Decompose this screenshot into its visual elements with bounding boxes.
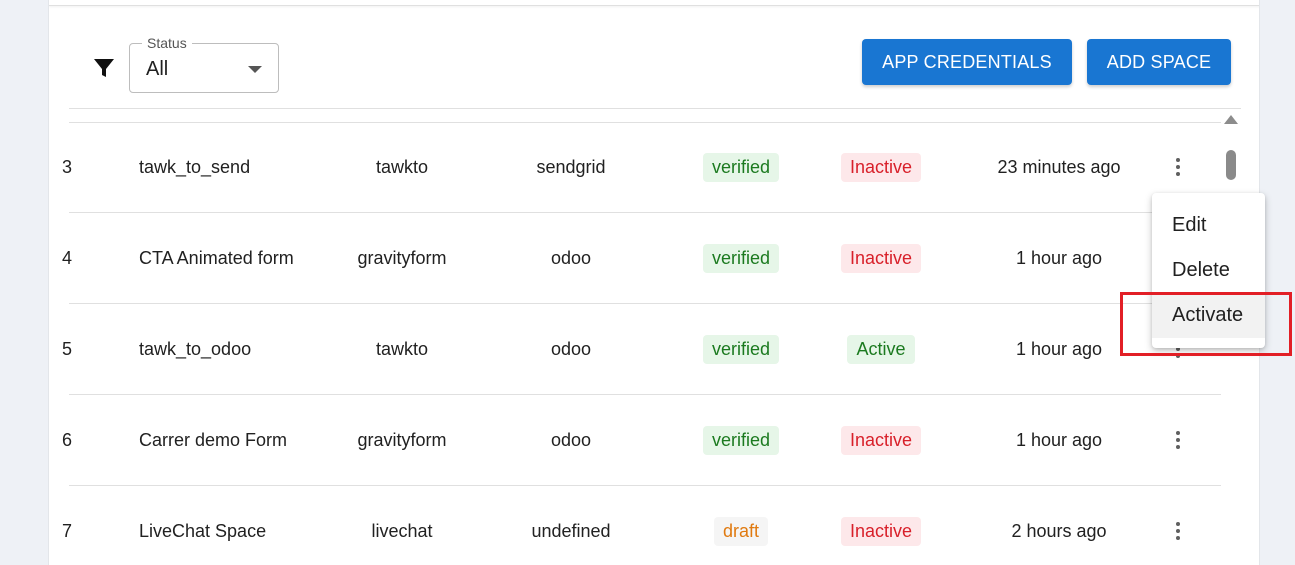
scroll-up-arrow-icon[interactable] [1224,115,1238,124]
space-name: tawk_to_odoo [139,338,252,359]
dot [1176,431,1180,435]
space-name: CTA Animated form [139,247,294,268]
scrollbar-thumb[interactable] [1226,150,1236,180]
destination-app: odoo [550,429,592,450]
verification-badge: verified [702,243,780,273]
status-badge: Inactive [840,152,922,182]
space-name: Carrer demo Form [139,429,288,450]
verification-badge: draft [713,516,769,546]
table-row[interactable]: 6 Carrer demo Form gravityform odoo verified… [62,395,1221,486]
verification-cell: draft [681,486,801,565]
status-cell: Inactive [821,486,941,565]
verification-cell: verified [681,395,801,485]
more-vert-icon[interactable] [1176,431,1180,449]
verification-badge: verified [702,334,780,364]
source-app: livechat [371,520,433,541]
dot [1176,165,1180,169]
status-cell: Active [821,304,941,394]
updated-time: 1 hour ago [1015,247,1103,268]
chevron-down-icon [248,66,262,73]
dot [1176,445,1180,449]
add-space-button[interactable]: ADD SPACE [1087,39,1231,85]
row-id: 4 [62,247,73,268]
row-id: 5 [62,338,73,359]
row-id: 7 [62,520,73,541]
destination-app: odoo [550,338,592,359]
table-row[interactable]: 3 tawk_to_send tawkto sendgrid verified Inact… [62,122,1221,213]
updated-time: 1 hour ago [1015,429,1103,450]
destination-app: undefined [531,520,611,541]
more-vert-icon[interactable] [1176,158,1180,176]
row-actions [1165,395,1191,485]
verification-cell: verified [681,122,801,212]
source-app: gravityform [357,247,447,268]
status-label: Status [142,35,192,51]
dot [1176,536,1180,540]
status-cell: Inactive [821,122,941,212]
destination-app: sendgrid [536,156,606,177]
verification-cell: verified [681,304,801,394]
status-badge: Inactive [840,516,922,546]
app-credentials-button[interactable]: APP CREDENTIALS [862,39,1072,85]
space-name: tawk_to_send [139,156,251,177]
status-value: All [146,58,169,80]
dot [1176,438,1180,442]
dot [1176,172,1180,176]
spaces-card: Status All APP CREDENTIALS ADD SPACE 3 ta… [48,0,1260,565]
highlight-box [1120,292,1292,356]
verification-badge: verified [702,425,780,455]
more-vert-icon[interactable] [1176,522,1180,540]
filter-icon[interactable] [92,56,116,80]
source-app: tawkto [375,156,429,177]
row-id: 6 [62,429,73,450]
space-name: LiveChat Space [139,520,267,541]
source-app: gravityform [357,429,447,450]
table-row[interactable]: 5 tawk_to_odoo tawkto odoo verified Active 1 h… [62,304,1221,395]
updated-time: 2 hours ago [1011,520,1107,541]
menu-item-edit[interactable]: Edit [1152,203,1265,248]
status-badge: Active [847,334,915,364]
status-badge: Inactive [840,243,922,273]
table-top-border [69,108,1241,109]
table-row[interactable]: 7 LiveChat Space livechat undefined draft Ina… [62,486,1221,565]
dot [1176,522,1180,526]
menu-item-delete[interactable]: Delete [1152,248,1265,293]
updated-time: 23 minutes ago [997,156,1121,177]
status-cell: Inactive [821,213,941,303]
row-id: 3 [62,156,73,177]
status-select[interactable]: Status All [129,35,279,93]
row-actions [1165,486,1191,565]
dot [1176,158,1180,162]
verification-badge: verified [702,152,780,182]
top-divider [49,0,1259,6]
destination-app: odoo [550,247,592,268]
dot [1176,529,1180,533]
status-cell: Inactive [821,395,941,485]
table-row[interactable]: 4 CTA Animated form gravityform odoo verifie… [62,213,1221,304]
verification-cell: verified [681,213,801,303]
source-app: tawkto [375,338,429,359]
status-badge: Inactive [840,425,922,455]
